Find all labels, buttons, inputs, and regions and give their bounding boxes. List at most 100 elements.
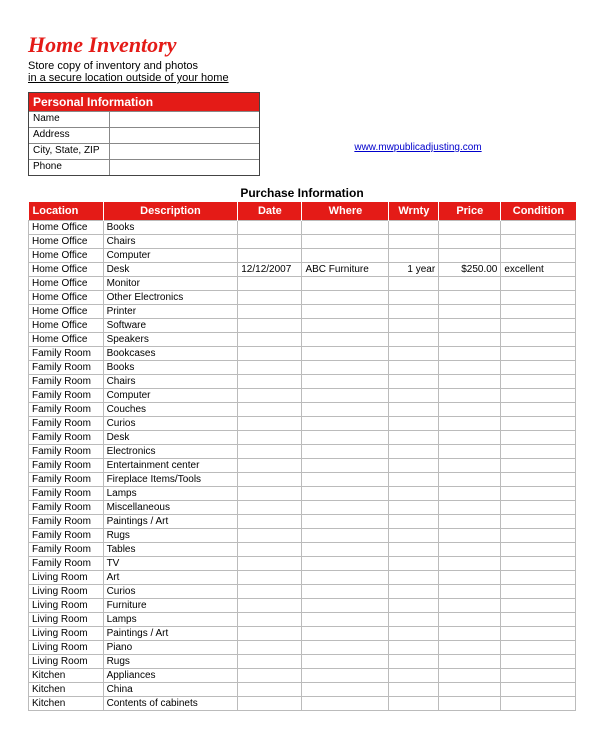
cell-condition[interactable] xyxy=(501,655,576,669)
cell-wrnty[interactable] xyxy=(389,585,439,599)
cell-date[interactable] xyxy=(238,529,302,543)
cell-location[interactable]: Family Room xyxy=(29,487,104,501)
personal-input-name[interactable] xyxy=(109,112,259,127)
cell-condition[interactable] xyxy=(501,389,576,403)
cell-condition[interactable] xyxy=(501,235,576,249)
cell-where[interactable] xyxy=(302,655,389,669)
cell-condition[interactable] xyxy=(501,417,576,431)
cell-condition[interactable] xyxy=(501,501,576,515)
cell-wrnty[interactable] xyxy=(389,319,439,333)
cell-where[interactable] xyxy=(302,249,389,263)
cell-description[interactable]: Paintings / Art xyxy=(103,515,238,529)
cell-date[interactable] xyxy=(238,585,302,599)
cell-description[interactable]: Other Electronics xyxy=(103,291,238,305)
cell-where[interactable] xyxy=(302,501,389,515)
cell-condition[interactable] xyxy=(501,459,576,473)
cell-description[interactable]: Monitor xyxy=(103,277,238,291)
cell-wrnty[interactable] xyxy=(389,529,439,543)
cell-description[interactable]: Computer xyxy=(103,249,238,263)
cell-location[interactable]: Living Room xyxy=(29,641,104,655)
cell-condition[interactable]: excellent xyxy=(501,263,576,277)
cell-location[interactable]: Home Office xyxy=(29,291,104,305)
personal-input-address[interactable] xyxy=(109,128,259,143)
cell-price[interactable]: $250.00 xyxy=(439,263,501,277)
cell-location[interactable]: Living Room xyxy=(29,655,104,669)
cell-description[interactable]: Rugs xyxy=(103,655,238,669)
cell-where[interactable] xyxy=(302,361,389,375)
cell-wrnty[interactable] xyxy=(389,697,439,711)
cell-description[interactable]: Rugs xyxy=(103,529,238,543)
cell-date[interactable] xyxy=(238,249,302,263)
cell-condition[interactable] xyxy=(501,557,576,571)
cell-wrnty[interactable] xyxy=(389,375,439,389)
cell-condition[interactable] xyxy=(501,277,576,291)
website-link[interactable]: www.mwpublicadjusting.com xyxy=(354,142,481,153)
cell-price[interactable] xyxy=(439,445,501,459)
cell-date[interactable] xyxy=(238,599,302,613)
cell-date[interactable] xyxy=(238,697,302,711)
cell-where[interactable] xyxy=(302,613,389,627)
cell-date[interactable] xyxy=(238,431,302,445)
cell-description[interactable]: China xyxy=(103,683,238,697)
cell-location[interactable]: Kitchen xyxy=(29,683,104,697)
cell-condition[interactable] xyxy=(501,319,576,333)
cell-where[interactable] xyxy=(302,585,389,599)
cell-where[interactable] xyxy=(302,375,389,389)
cell-wrnty[interactable] xyxy=(389,613,439,627)
cell-location[interactable]: Family Room xyxy=(29,459,104,473)
cell-description[interactable]: Art xyxy=(103,571,238,585)
cell-wrnty[interactable] xyxy=(389,515,439,529)
cell-price[interactable] xyxy=(439,599,501,613)
cell-location[interactable]: Living Room xyxy=(29,599,104,613)
cell-location[interactable]: Home Office xyxy=(29,277,104,291)
cell-condition[interactable] xyxy=(501,515,576,529)
cell-description[interactable]: Miscellaneous xyxy=(103,501,238,515)
cell-price[interactable] xyxy=(439,487,501,501)
cell-date[interactable] xyxy=(238,375,302,389)
cell-condition[interactable] xyxy=(501,669,576,683)
cell-wrnty[interactable] xyxy=(389,627,439,641)
cell-wrnty[interactable] xyxy=(389,403,439,417)
cell-condition[interactable] xyxy=(501,221,576,235)
cell-where[interactable] xyxy=(302,543,389,557)
cell-where[interactable] xyxy=(302,557,389,571)
cell-price[interactable] xyxy=(439,613,501,627)
cell-location[interactable]: Home Office xyxy=(29,263,104,277)
cell-condition[interactable] xyxy=(501,683,576,697)
cell-wrnty[interactable] xyxy=(389,557,439,571)
cell-price[interactable] xyxy=(439,361,501,375)
personal-input-phone[interactable] xyxy=(109,160,259,175)
cell-description[interactable]: Desk xyxy=(103,431,238,445)
cell-location[interactable]: Family Room xyxy=(29,557,104,571)
cell-price[interactable] xyxy=(439,543,501,557)
cell-condition[interactable] xyxy=(501,305,576,319)
cell-price[interactable] xyxy=(439,235,501,249)
cell-description[interactable]: Curios xyxy=(103,585,238,599)
cell-date[interactable] xyxy=(238,487,302,501)
cell-location[interactable]: Family Room xyxy=(29,515,104,529)
cell-where[interactable] xyxy=(302,333,389,347)
cell-date[interactable] xyxy=(238,319,302,333)
cell-price[interactable] xyxy=(439,655,501,669)
cell-condition[interactable] xyxy=(501,431,576,445)
cell-where[interactable] xyxy=(302,445,389,459)
cell-where[interactable] xyxy=(302,571,389,585)
cell-price[interactable] xyxy=(439,333,501,347)
cell-condition[interactable] xyxy=(501,697,576,711)
cell-wrnty[interactable] xyxy=(389,361,439,375)
cell-location[interactable]: Family Room xyxy=(29,473,104,487)
cell-price[interactable] xyxy=(439,501,501,515)
cell-condition[interactable] xyxy=(501,403,576,417)
cell-location[interactable]: Family Room xyxy=(29,375,104,389)
cell-price[interactable] xyxy=(439,417,501,431)
cell-condition[interactable] xyxy=(501,361,576,375)
cell-wrnty[interactable] xyxy=(389,389,439,403)
cell-where[interactable] xyxy=(302,515,389,529)
cell-condition[interactable] xyxy=(501,543,576,557)
cell-description[interactable]: Couches xyxy=(103,403,238,417)
cell-condition[interactable] xyxy=(501,627,576,641)
cell-wrnty[interactable] xyxy=(389,249,439,263)
cell-description[interactable]: Computer xyxy=(103,389,238,403)
cell-price[interactable] xyxy=(439,571,501,585)
cell-location[interactable]: Home Office xyxy=(29,333,104,347)
